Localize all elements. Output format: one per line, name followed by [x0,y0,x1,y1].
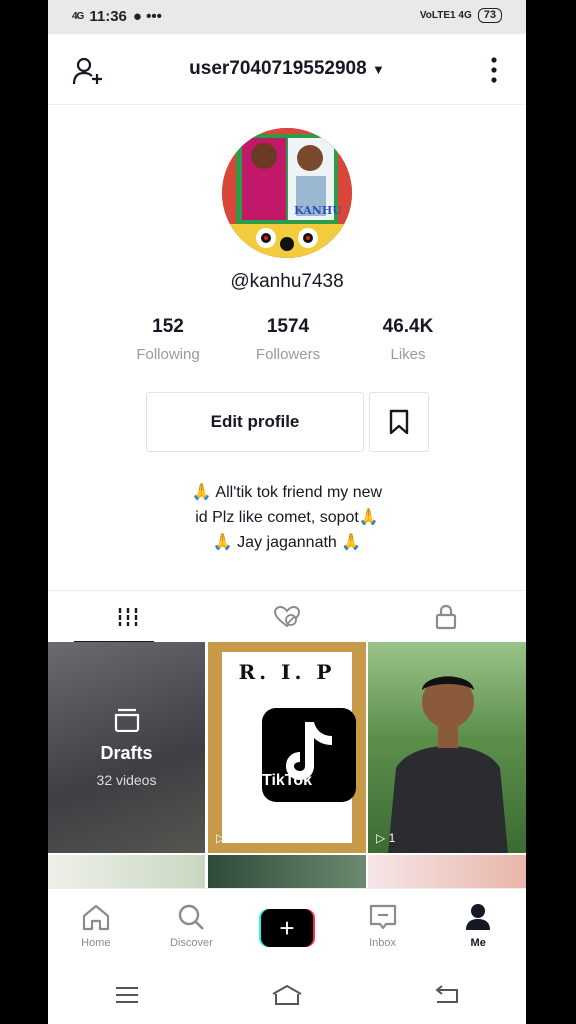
system-navigation [48,966,526,1024]
rip-caption: R. I. P [238,660,336,684]
video-thumbnail[interactable]: ▷ 1 [368,642,526,853]
plus-icon: + [260,909,313,947]
bio-line: id Plz like comet, sopot🙏 [195,509,379,526]
svg-text:KANHU: KANHU [294,204,342,217]
more-options-icon[interactable] [490,56,498,84]
bottom-navigation: Home Discover + Inbox Me [48,888,526,967]
profile-stats: 152 Following 1574 Followers 46.4K Likes [108,316,468,363]
stat-label: Following [136,346,200,363]
stat-following[interactable]: 152 Following [108,316,228,363]
create-button[interactable]: + [258,909,315,947]
profile-icon [466,904,491,930]
nav-label: Me [470,937,486,949]
search-icon [179,904,205,930]
back-icon[interactable] [433,984,461,1006]
heart-hidden-icon [273,605,300,628]
stat-label: Likes [390,346,426,363]
bookmark-icon [389,409,409,435]
content-tabs [48,590,526,643]
video-thumbnail[interactable] [368,855,526,889]
status-bar: 4G 11:36 ● ••• VoLTE1 4G 73 [48,0,526,34]
thumbnail-frame: R. I. P TikTok [222,652,356,843]
signal-indicator: 4G [72,11,84,22]
home-icon [82,904,109,931]
menu-icon[interactable] [113,984,141,1006]
inbox-icon [369,904,396,930]
nav-label: Home [81,937,111,949]
view-count: ▷ 1 [376,831,396,845]
tab-videos[interactable] [48,591,207,643]
battery-indicator: 73 [477,8,502,23]
edit-profile-button[interactable]: Edit profile [146,392,364,452]
bio-line: 🙏 Jay jagannath 🙏 [212,534,362,551]
account-switcher[interactable]: user7040719552908 ▼ [48,58,526,80]
nav-label: Inbox [369,937,397,949]
favorites-button[interactable] [369,392,429,452]
profile-header: user7040719552908 ▼ [48,34,526,105]
nav-discover[interactable]: Discover [144,889,240,967]
clock: 11:36 [89,8,127,25]
drafts-count: 32 videos [96,772,157,788]
stat-value: 152 [152,316,184,337]
nav-me[interactable]: Me [430,889,526,967]
tiktok-wordmark: TikTok [261,772,313,789]
lock-icon [436,604,457,630]
user-handle: @kanhu7438 [230,271,344,292]
profile-bio: 🙏 All'tik tok friend my new id Plz like … [48,480,526,555]
video-thumbnail[interactable]: R. I. P TikTok ▷ 55 [208,642,366,853]
phone-screen: 4G 11:36 ● ••• VoLTE1 4G 73 user70407195… [48,0,526,1024]
stat-value: 46.4K [382,316,434,337]
home-button-icon[interactable] [270,984,304,1006]
username-label: user7040719552908 [189,58,367,79]
network-indicator: VoLTE1 4G [419,10,472,21]
nav-inbox[interactable]: Inbox [335,889,431,967]
avatar-image: KANHU [222,128,352,258]
stat-label: Followers [255,346,321,363]
video-thumbnail[interactable] [208,855,366,889]
tab-private[interactable] [367,591,526,643]
video-grid: Drafts 32 videos R. I. P TikTok ▷ 55 ▷ 1 [48,642,526,889]
nav-home[interactable]: Home [48,889,144,967]
notification-indicators: ● ••• [132,8,162,25]
drafts-title: Drafts [100,743,153,763]
stat-value: 1574 [266,316,310,337]
nav-create[interactable]: + [239,889,335,967]
video-thumbnail[interactable] [48,855,205,889]
bio-line: 🙏 All'tik tok friend my new [191,484,383,501]
thumbnail-image [388,676,508,853]
drafts-tile[interactable]: Drafts 32 videos [48,642,205,853]
tab-liked[interactable] [207,591,366,643]
stat-likes[interactable]: 46.4K Likes [348,316,468,363]
view-count: ▷ 55 [216,831,242,845]
grid-icon [118,608,137,626]
caret-down-icon: ▼ [371,62,385,77]
avatar[interactable]: KANHU [222,128,352,258]
nav-label: Discover [169,937,213,949]
stat-followers[interactable]: 1574 Followers [228,316,348,363]
drafts-icon [114,708,139,733]
